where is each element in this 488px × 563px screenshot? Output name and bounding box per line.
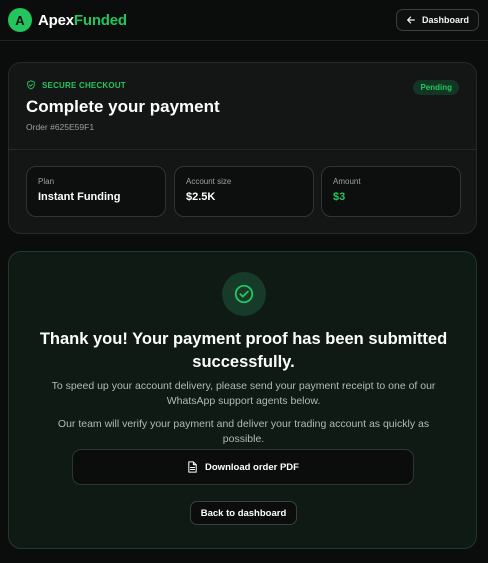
checkout-card: SECURE CHECKOUT Pending Complete your pa… (8, 62, 477, 234)
download-pdf-label: Download order PDF (205, 461, 299, 473)
confirmation-card: Thank you! Your payment proof has been s… (8, 251, 477, 549)
success-indicator (222, 272, 266, 316)
download-pdf-button[interactable]: Download order PDF (72, 449, 414, 485)
dashboard-button[interactable]: Dashboard (395, 9, 479, 31)
divider (9, 149, 476, 150)
shield-check-icon (26, 80, 36, 90)
arrow-left-icon (406, 15, 416, 25)
brand-name-part2: Funded (73, 11, 127, 29)
brand[interactable]: A ApexFunded (8, 8, 127, 32)
status-badge: Pending (413, 80, 459, 95)
brand-logo: A (8, 8, 32, 32)
amount-box: Amount $3 (321, 166, 461, 217)
top-bar: A ApexFunded Dashboard (0, 0, 488, 41)
page-title: Complete your payment (26, 97, 220, 116)
secure-checkout-label: SECURE CHECKOUT (42, 80, 126, 90)
back-to-dashboard-button[interactable]: Back to dashboard (190, 501, 297, 525)
delivery-instructions: To speed up your account delivery, pleas… (51, 380, 436, 407)
brand-name-part1: Apex (38, 11, 74, 29)
amount-label: Amount (333, 177, 361, 186)
order-number: Order #625E59F1 (26, 122, 95, 132)
account-size-label: Account size (186, 177, 232, 186)
document-icon (187, 461, 198, 473)
plan-value: Instant Funding (38, 191, 121, 203)
verification-note: Our team will verify your payment and de… (57, 418, 430, 445)
confirmation-headline: Thank you! Your payment proof has been s… (39, 330, 448, 371)
account-size-box: Account size $2.5K (174, 166, 314, 217)
plan-box: Plan Instant Funding (26, 166, 166, 217)
secure-checkout-badge: SECURE CHECKOUT (26, 80, 126, 90)
brand-name: ApexFunded (38, 12, 127, 29)
account-size-value: $2.5K (186, 191, 216, 203)
dashboard-button-label: Dashboard (421, 15, 469, 25)
amount-value: $3 (333, 191, 346, 203)
plan-label: Plan (38, 177, 55, 186)
check-circle-icon (233, 283, 255, 305)
